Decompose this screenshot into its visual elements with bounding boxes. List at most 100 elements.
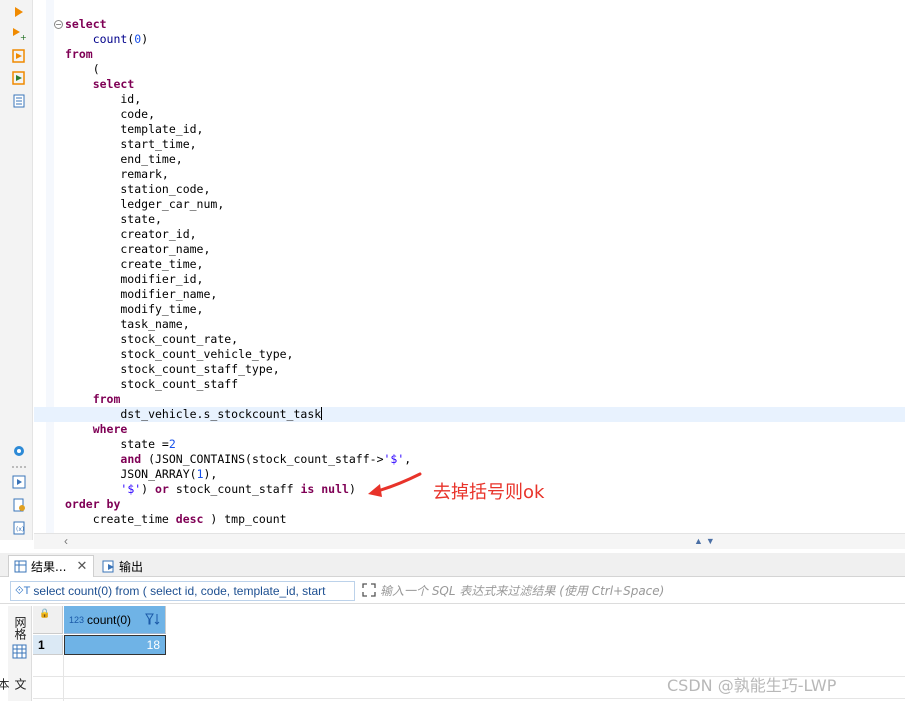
code-token: ), [203,467,218,481]
code-token: id, [65,92,142,106]
column-header-count[interactable]: 123 count(0) [64,606,166,634]
execute-statement-icon[interactable] [10,3,28,21]
code-token: select [65,17,107,31]
code-token: select [92,77,135,91]
row-number[interactable]: 1 [33,635,63,655]
execute-new-tab-icon[interactable]: + [10,25,28,43]
query-text-preview[interactable]: ⟐T select count(0) from ( select id, cod… [10,581,355,601]
code-line[interactable]: state =2 [34,437,905,452]
code-line[interactable]: − select [34,17,905,32]
fold-toggle-icon[interactable]: − [54,20,63,29]
code-line[interactable]: start_time, [34,137,905,152]
close-tab-icon[interactable]: ✕ [76,559,87,574]
execute-script-icon[interactable] [10,47,28,65]
code-line[interactable]: ( [34,62,905,77]
code-token: '$' [383,452,405,466]
code-line[interactable]: code, [34,107,905,122]
code-token: (JSON_CONTAINS(stock_count_staff-> [141,452,384,466]
result-tabs: 结果... ✕ 输出 [0,553,905,577]
code-token: code, [65,107,156,121]
tab-text[interactable]: 文本 [0,678,29,701]
code-line[interactable]: create_time desc ) tmp_count [34,512,905,527]
panel-maximize-restore-icon[interactable]: ▲▼ [694,536,718,546]
code-token: stock_count_rate, [65,332,239,346]
code-line[interactable]: station_code, [34,182,905,197]
code-line[interactable]: id, [34,92,905,107]
code-token: create_time [65,512,176,526]
code-line[interactable]: stock_count_staff [34,377,905,392]
code-token: ) [141,482,156,496]
code-line[interactable]: task_name, [34,317,905,332]
annotation-arrow-icon [368,472,422,497]
code-token: ) tmp_count [203,512,287,526]
execute-script-new-tab-icon[interactable] [10,69,28,87]
code-line[interactable]: stock_count_rate, [34,332,905,347]
code-line[interactable]: from [34,47,905,62]
tab-grid[interactable]: 网格 [11,616,29,640]
code-line[interactable]: modifier_name, [34,287,905,302]
code-line[interactable]: modify_time, [34,302,905,317]
tab-results[interactable]: 结果... ✕ [8,555,94,577]
editor-toolbar: + (x) [0,0,33,540]
code-token: JSON_ARRAY( [65,467,197,481]
toolbar-divider [12,466,26,468]
code-line[interactable]: template_id, [34,122,905,137]
editor-horizontal-scrollbar[interactable]: ‹ ▲▼ [34,533,905,549]
code-line[interactable]: where [34,422,905,437]
code-line[interactable]: creator_id, [34,227,905,242]
code-token: stock_count_vehicle_type, [65,347,294,361]
code-token: modifier_id, [65,272,204,286]
code-line[interactable]: ledger_car_num, [34,197,905,212]
code-line[interactable]: select [34,77,905,92]
code-token: modifier_name, [65,287,218,301]
code-line[interactable]: stock_count_staff_type, [34,362,905,377]
code-line[interactable]: creator_name, [34,242,905,257]
tab-output-label: 输出 [119,559,144,574]
sql-code-area[interactable]: − select count(0) from ( select id, code, … [34,17,905,527]
sql-editor[interactable]: − select count(0) from ( select id, code, … [34,0,905,533]
numeric-type-icon: 123 [69,614,85,625]
code-line[interactable]: create_time, [34,257,905,272]
code-line[interactable]: dst_vehicle.s_stockcount_task [34,407,905,422]
annotation-label: 去掉括号则ok [433,482,545,503]
code-line[interactable]: end_time, [34,152,905,167]
code-line[interactable]: count(0) [34,32,905,47]
variables-icon[interactable]: (x) [10,519,28,537]
scroll-left-icon[interactable]: ‹ [64,534,68,548]
code-token: dst_vehicle.s_stockcount_task [65,407,322,421]
result-filter-bar: ⟐T select count(0) from ( select id, cod… [0,578,905,604]
grid-corner[interactable]: 🔒 [33,606,63,634]
sort-filter-icon[interactable] [145,612,161,627]
code-line[interactable]: stock_count_vehicle_type, [34,347,905,362]
grid-cell[interactable]: 18 [64,635,166,655]
expand-filter-icon[interactable] [362,583,376,597]
sql-text-icon: ⟐T [15,584,31,597]
export-results-icon[interactable] [10,496,28,514]
code-token: stock_count_staff [65,377,239,391]
code-line[interactable]: from [34,392,905,407]
tab-output[interactable]: 输出 [98,555,168,577]
settings-gear-icon[interactable] [10,442,28,460]
code-token: task_name, [65,317,190,331]
grid-view-icon[interactable] [12,644,27,659]
code-line[interactable]: modifier_id, [34,272,905,287]
code-token: 2 [168,437,176,451]
code-token: 1 [196,467,204,481]
output-panel-icon[interactable] [10,473,28,491]
code-token: and [120,452,142,466]
code-line[interactable]: state, [34,212,905,227]
explain-plan-icon[interactable] [10,92,28,110]
code-token: station_code, [65,182,211,196]
code-line[interactable]: and (JSON_CONTAINS(stock_count_staff->'$… [34,452,905,467]
code-token: state = [65,437,169,451]
code-token: create_time, [65,257,204,271]
svg-text:(x): (x) [16,526,24,533]
code-token: or [155,482,169,496]
code-line[interactable]: remark, [34,167,905,182]
output-icon [102,560,114,572]
filter-input[interactable] [380,581,900,601]
